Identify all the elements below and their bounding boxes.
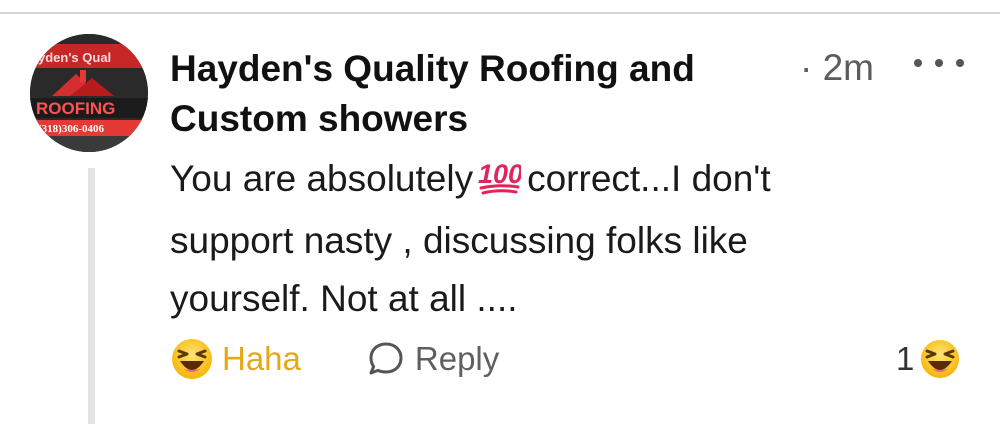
avatar-sign-phone: (318)306-0406 bbox=[38, 123, 104, 135]
more-dot bbox=[956, 59, 964, 67]
haha-reaction-button[interactable]: Haha bbox=[170, 337, 301, 381]
avatar-image: yden's Qual ROOFING (318)306-0406 bbox=[30, 34, 148, 152]
comment-header: Hayden's Quality Roofing and Custom show… bbox=[170, 44, 790, 144]
timestamp-value[interactable]: 2m bbox=[823, 47, 874, 88]
more-options-button[interactable] bbox=[914, 48, 964, 78]
timestamp[interactable]: · 2m bbox=[800, 46, 874, 90]
comment-body-line: support nasty , discussing folks like bbox=[170, 220, 748, 261]
hundred-points-emoji-icon: 100 bbox=[477, 154, 523, 212]
comment-actions: Haha Reply bbox=[170, 336, 499, 382]
avatar[interactable]: yden's Qual ROOFING (318)306-0406 bbox=[30, 34, 148, 152]
comment-body: You are absolutely 100 correct...I don't… bbox=[170, 150, 870, 328]
haha-label[interactable]: Haha bbox=[222, 340, 301, 378]
reply-button[interactable]: Reply bbox=[367, 340, 499, 378]
laughing-face-icon bbox=[172, 339, 212, 379]
comment-card: yden's Qual ROOFING (318)306-0406 Hayden… bbox=[0, 0, 1000, 424]
more-dot bbox=[935, 59, 943, 67]
reply-thread-line bbox=[88, 168, 95, 424]
comment-text: You are absolutely bbox=[170, 158, 474, 199]
comment-text: correct...I don't bbox=[527, 158, 771, 199]
avatar-sign-main: ROOFING bbox=[36, 99, 115, 118]
avatar-sign-top: yden's Qual bbox=[38, 50, 111, 65]
reply-label[interactable]: Reply bbox=[415, 340, 499, 378]
timestamp-separator: · bbox=[800, 47, 813, 88]
laughing-face-icon bbox=[919, 338, 962, 380]
comment-body-line: You are absolutely 100 correct...I don't bbox=[170, 150, 870, 212]
more-dot bbox=[914, 59, 922, 67]
author-name[interactable]: Hayden's Quality Roofing and Custom show… bbox=[170, 44, 790, 144]
comment-body-line: yourself. Not at all .... bbox=[170, 278, 518, 319]
reaction-summary[interactable]: 1 bbox=[896, 336, 962, 382]
divider bbox=[0, 12, 1000, 14]
speech-bubble-icon bbox=[369, 342, 403, 375]
reaction-count: 1 bbox=[896, 340, 915, 377]
author-name-line2[interactable]: Custom showers bbox=[170, 98, 468, 139]
author-name-line1[interactable]: Hayden's Quality Roofing and bbox=[170, 48, 695, 89]
